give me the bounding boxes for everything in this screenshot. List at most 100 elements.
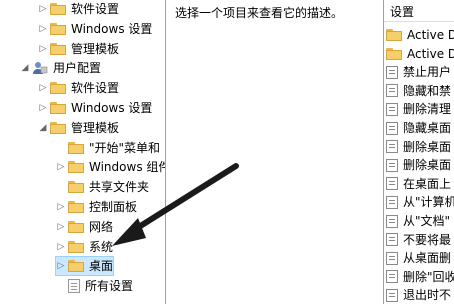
folder-icon (68, 201, 84, 213)
tree-item-label: 软件设置 (71, 2, 120, 16)
setting-label: 删除清理 (403, 102, 452, 117)
setting-label: 不要将最 (403, 232, 452, 247)
setting-label: 隐藏和禁 (403, 83, 452, 98)
setting-row[interactable]: 删除桌面 (386, 138, 454, 156)
folder-icon (68, 181, 84, 194)
tree-item[interactable]: ▷ Windows 设置 (38, 99, 153, 117)
all-settings-icon (68, 279, 80, 294)
setting-row[interactable]: 从桌面删 (386, 249, 454, 267)
tree-item[interactable]: "开始"菜单和 (56, 139, 160, 157)
tree-item-label: Windows 设置 (71, 21, 153, 36)
policy-setting-icon (386, 84, 398, 98)
tree-item-label: "开始"菜单和 (89, 140, 161, 155)
setting-label: 删除桌面 (403, 139, 452, 154)
setting-label: 退出时不 (403, 288, 452, 303)
policy-setting-icon (386, 158, 398, 172)
policy-setting-icon (386, 195, 398, 209)
tree-item[interactable]: 所有设置 (56, 277, 133, 295)
tree-pane[interactable]: ▷ 软件设置 ▷ Windows 设置 ▷ 管理模板 ◢ 用户配置 ▷ 软件设置 ▷ Windows … (0, 0, 165, 304)
folder-icon (386, 47, 402, 60)
folder-icon (50, 22, 66, 35)
policy-setting-icon (386, 177, 398, 191)
folder-icon (50, 121, 66, 134)
folder-icon (68, 220, 84, 233)
folder-icon (68, 260, 84, 273)
user-config-icon (32, 61, 48, 75)
policy-setting-icon (386, 102, 398, 116)
setting-label: 删除"回收 (403, 269, 454, 284)
expand-arrow-icon[interactable]: ▷ (38, 40, 48, 58)
expand-arrow-icon[interactable]: ▷ (56, 257, 66, 275)
tree-item-label: 桌面 (89, 259, 114, 274)
setting-row[interactable]: 隐藏和禁 (386, 82, 454, 100)
setting-label: 隐藏桌面 (403, 121, 452, 135)
setting-row[interactable]: 删除桌面 (386, 156, 454, 174)
setting-label: 从"文档" (403, 214, 451, 228)
setting-row[interactable]: 不要将最 (386, 231, 454, 249)
tree-item[interactable]: ▷ 软件设置 (38, 0, 119, 18)
expand-arrow-icon[interactable]: ▷ (38, 79, 48, 97)
policy-setting-icon (386, 288, 398, 302)
setting-label: 从桌面删 (403, 251, 452, 266)
policy-setting-icon (386, 214, 398, 228)
settings-list-pane[interactable]: 设置 Active De Active Di 禁止用户隐藏和禁删除清理隐藏桌面删除桌… (384, 0, 454, 304)
folder-icon (50, 102, 66, 114)
setting-row[interactable]: 禁止用户 (386, 63, 454, 81)
tree-item[interactable]: ▷ 控制面板 (56, 198, 137, 216)
collapse-arrow-icon[interactable]: ◢ (38, 119, 48, 137)
expand-arrow-icon[interactable]: ▷ (38, 99, 48, 117)
policy-setting-icon (386, 65, 398, 79)
tree-item-label: 所有设置 (85, 279, 134, 294)
tree-item[interactable]: ◢ 管理模板 (38, 119, 119, 137)
tree-item[interactable]: ◢ 用户配置 (20, 59, 101, 77)
tree-item-label: 管理模板 (71, 41, 120, 56)
tree-item-label: 网络 (89, 219, 114, 234)
settings-column-header[interactable]: 设置 (384, 2, 454, 22)
tree-item[interactable]: ▷ 管理模板 (38, 40, 119, 58)
setting-row[interactable]: 删除清理 (386, 100, 454, 118)
expand-arrow-icon[interactable]: ▷ (38, 20, 48, 38)
folder-icon (50, 42, 66, 55)
policy-setting-icon (386, 233, 398, 247)
setting-label: 从"计算机 (403, 195, 454, 210)
expand-arrow-icon[interactable]: ▷ (56, 218, 66, 236)
tree-item-label: 软件设置 (71, 81, 120, 96)
setting-row[interactable]: 从"计算机 (386, 193, 454, 211)
tree-item[interactable]: ▷ 系统 (56, 238, 113, 256)
policy-setting-icon (386, 140, 398, 154)
tree-item[interactable]: 共享文件夹 (56, 178, 149, 196)
folder-icon (68, 240, 84, 253)
tree-item-label: 系统 (89, 239, 114, 254)
expand-arrow-icon[interactable]: ▷ (38, 0, 48, 18)
setting-row[interactable]: 在桌面上 (386, 175, 454, 193)
folder-icon (50, 82, 66, 95)
tree-item-label: 管理模板 (71, 120, 120, 135)
expand-arrow-icon[interactable]: ▷ (56, 238, 66, 256)
tree-item[interactable]: ▷ Windows 组件 (56, 158, 165, 176)
description-pane: 选择一个项目来查看它的描述。 (166, 0, 382, 304)
setting-row[interactable]: 退出时不 (386, 286, 454, 304)
tree-item[interactable]: ▷ 网络 (56, 218, 113, 236)
setting-row[interactable]: Active De (386, 26, 454, 44)
setting-label: Active Di (407, 46, 454, 61)
setting-row[interactable]: 从"文档" (386, 212, 454, 230)
expand-arrow-icon[interactable]: ▷ (56, 198, 66, 216)
policy-setting-icon (386, 270, 398, 284)
expand-arrow-icon[interactable]: ▷ (56, 158, 66, 176)
tree-item[interactable]: ▷ 软件设置 (38, 79, 119, 97)
folder-icon (50, 3, 66, 15)
folder-icon (68, 141, 84, 154)
tree-item-selected[interactable]: ▷ 桌面 (54, 256, 115, 277)
tree-item-label: 共享文件夹 (89, 180, 150, 195)
setting-row[interactable]: Active Di (386, 45, 454, 63)
setting-label: 删除桌面 (403, 158, 452, 173)
setting-label: 禁止用户 (403, 65, 452, 80)
tree-item-label: 控制面板 (89, 200, 138, 214)
tree-item[interactable]: ▷ Windows 设置 (38, 20, 153, 38)
folder-icon (386, 29, 402, 41)
setting-row[interactable]: 删除"回收 (386, 268, 454, 286)
description-text: 选择一个项目来查看它的描述。 (175, 6, 344, 20)
setting-label: 在桌面上 (403, 176, 452, 191)
setting-row[interactable]: 隐藏桌面 (386, 119, 454, 137)
collapse-arrow-icon[interactable]: ◢ (20, 59, 30, 77)
